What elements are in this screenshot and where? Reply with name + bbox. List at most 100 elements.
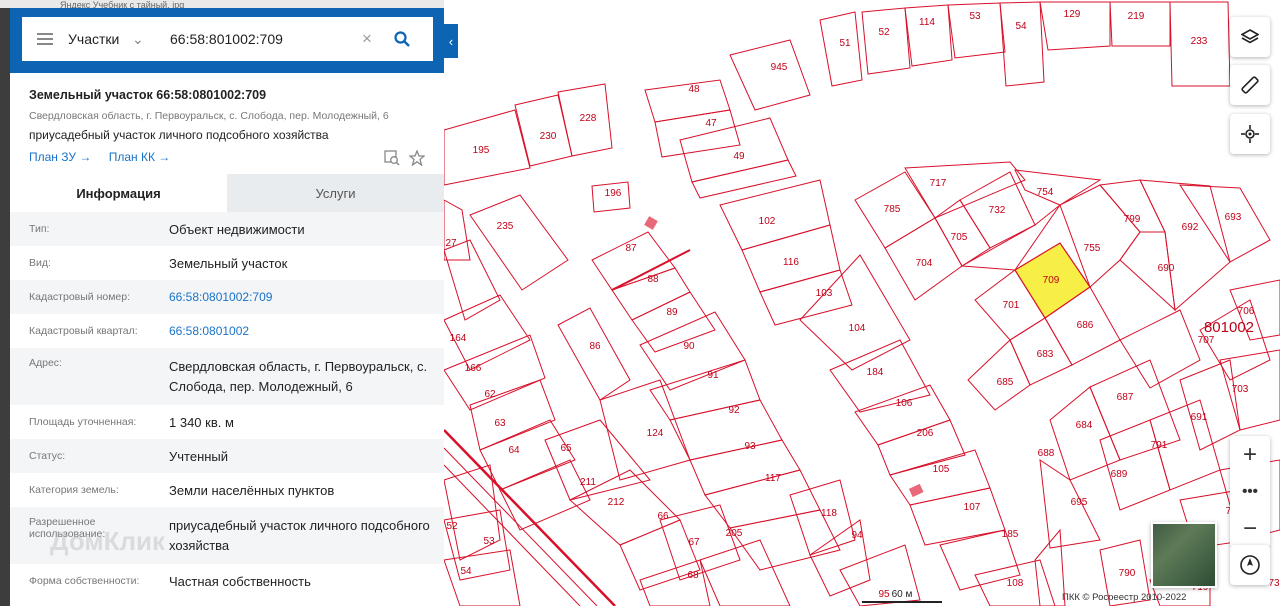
plan-kk-link[interactable]: План КК →: [109, 150, 171, 164]
row-key: Кадастровый квартал:: [29, 325, 138, 337]
chevron-down-icon[interactable]: ⌄: [132, 31, 168, 48]
parcel-label: 92: [728, 405, 740, 416]
parcel-label: 701: [1003, 300, 1020, 311]
parcel-label: 211: [580, 477, 596, 488]
parcel-label: 717: [930, 178, 947, 189]
parcel-label: 235: [497, 221, 514, 232]
row-value: Объект недвижимости: [169, 221, 305, 237]
parcel-label: 230: [540, 131, 557, 142]
parcel-label: 692: [1182, 222, 1199, 233]
table-row: Кадастровый квартал: 66:58:0801002: [10, 314, 444, 348]
satellite-basemap-thumbnail[interactable]: [1151, 522, 1217, 588]
parcel-label: 67: [688, 537, 700, 548]
parcel-label: 212: [608, 497, 625, 508]
plan-links: План ЗУ → План КК →: [29, 149, 444, 169]
parcel-label: 118: [821, 508, 837, 519]
panel-tabs: Информация Услуги: [10, 174, 444, 212]
row-key: Тип:: [29, 223, 50, 235]
parcel-label: 107: [964, 502, 981, 513]
cadastral-quarter-link[interactable]: 66:58:0801002: [169, 324, 444, 338]
parcel-label: 93: [744, 441, 756, 452]
plan-zu-link[interactable]: План ЗУ →: [29, 150, 91, 164]
star-icon[interactable]: [408, 149, 426, 169]
parcel-label: 117: [765, 473, 781, 484]
cadastral-number-link[interactable]: 66:58:0801002:709: [169, 290, 444, 304]
parcel-label: 103: [816, 288, 833, 299]
parcel-label: 65: [560, 443, 572, 454]
parcel-label: 206: [917, 428, 934, 439]
more-button[interactable]: •••: [1230, 473, 1270, 510]
parcel-label: 703: [1232, 384, 1249, 395]
parcel-label: 51: [839, 38, 851, 49]
parcel-label: 799: [1124, 214, 1141, 225]
hamburger-icon[interactable]: [22, 33, 68, 45]
search-header: Участки ⌄ ×: [10, 8, 444, 73]
parcel-label: 185: [1002, 529, 1019, 540]
row-key: Категория земель:: [29, 484, 119, 496]
parcel-label: 695: [1071, 497, 1088, 508]
parcel-purpose: приусадебный участок личного подсобного …: [29, 128, 329, 142]
parcel-label: 105: [933, 464, 950, 475]
block-label: 801002: [1204, 319, 1254, 336]
parcel-label: 693: [1225, 212, 1242, 223]
search-input[interactable]: [168, 30, 362, 48]
scale-bar: 60 м: [862, 589, 942, 603]
parcel-label: 785: [884, 204, 901, 215]
tab-information[interactable]: Информация: [10, 174, 227, 212]
window-edge: [0, 0, 10, 606]
compass-icon[interactable]: [1230, 545, 1270, 585]
ruler-icon[interactable]: [1230, 65, 1270, 105]
tab-services[interactable]: Услуги: [227, 174, 444, 212]
layer-select[interactable]: Участки: [68, 31, 132, 47]
search-icon[interactable]: [388, 31, 416, 47]
parcel-label: 196: [605, 188, 622, 199]
parcel-label: 91: [707, 370, 719, 381]
collapse-panel-button[interactable]: ‹: [444, 24, 458, 58]
table-row: Кадастровый номер: 66:58:0801002:709: [10, 280, 444, 314]
parcel-label: 124: [647, 428, 664, 439]
parcel-label: 129: [1064, 9, 1081, 20]
search-box: Участки ⌄ ×: [22, 17, 433, 61]
zoom-controls: + ••• −: [1230, 436, 1270, 548]
row-value: Земельный участок: [169, 255, 288, 271]
parcel-label: 54: [460, 566, 472, 577]
parcel-label: 688: [1038, 448, 1055, 459]
parcel-label: 184: [867, 367, 884, 378]
parcel-label: 54: [1015, 21, 1027, 32]
parcel-label: 66: [657, 511, 669, 522]
parcel-label: 691: [1191, 412, 1208, 423]
row-key: Адрес:: [29, 357, 62, 369]
parcel-label: 684: [1076, 420, 1093, 431]
zoom-to-object-icon[interactable]: [384, 150, 400, 169]
parcel-title: Земельный участок 66:58:0801002:709: [29, 88, 267, 102]
bookmarks-text: Яндекс Учебник с тайный. jpg: [60, 0, 185, 8]
parcel-label: 52: [878, 27, 890, 38]
parcel-label: 685: [997, 377, 1014, 388]
parcel-label: 164: [450, 333, 467, 344]
info-panel: Участки ⌄ × Земельный участок 66:58:0801…: [10, 8, 444, 606]
row-key: Кадастровый номер:: [29, 291, 131, 303]
browser-bookmarks-bar: Яндекс Учебник с тайный. jpg: [0, 0, 444, 8]
locate-icon[interactable]: [1230, 114, 1270, 154]
parcel-label: 791: [1151, 440, 1168, 451]
clear-icon[interactable]: ×: [362, 29, 388, 49]
parcel-label: 90: [683, 341, 695, 352]
row-key: Форма собственности:: [29, 575, 140, 587]
parcel-label: 73: [1268, 578, 1280, 589]
zoom-out-button[interactable]: −: [1230, 510, 1270, 547]
parcel-label: 114: [919, 17, 935, 28]
parcel-label: 27: [445, 238, 457, 249]
parcel-label: 705: [951, 232, 968, 243]
parcel-label: 755: [1084, 243, 1101, 254]
parcel-label: 47: [705, 118, 717, 129]
parcel-label: 89: [666, 307, 678, 318]
parcel-label: 945: [771, 62, 788, 73]
layers-icon[interactable]: [1230, 17, 1270, 57]
table-row: Вид: Земельный участок: [10, 246, 444, 280]
parcel-label: 88: [647, 274, 659, 285]
parcel-label: 687: [1117, 392, 1134, 403]
parcel-label: 116: [783, 257, 799, 268]
parcel-label: 62: [484, 389, 496, 400]
zoom-in-button[interactable]: +: [1230, 436, 1270, 473]
watermark: ДомКлик: [50, 526, 165, 556]
